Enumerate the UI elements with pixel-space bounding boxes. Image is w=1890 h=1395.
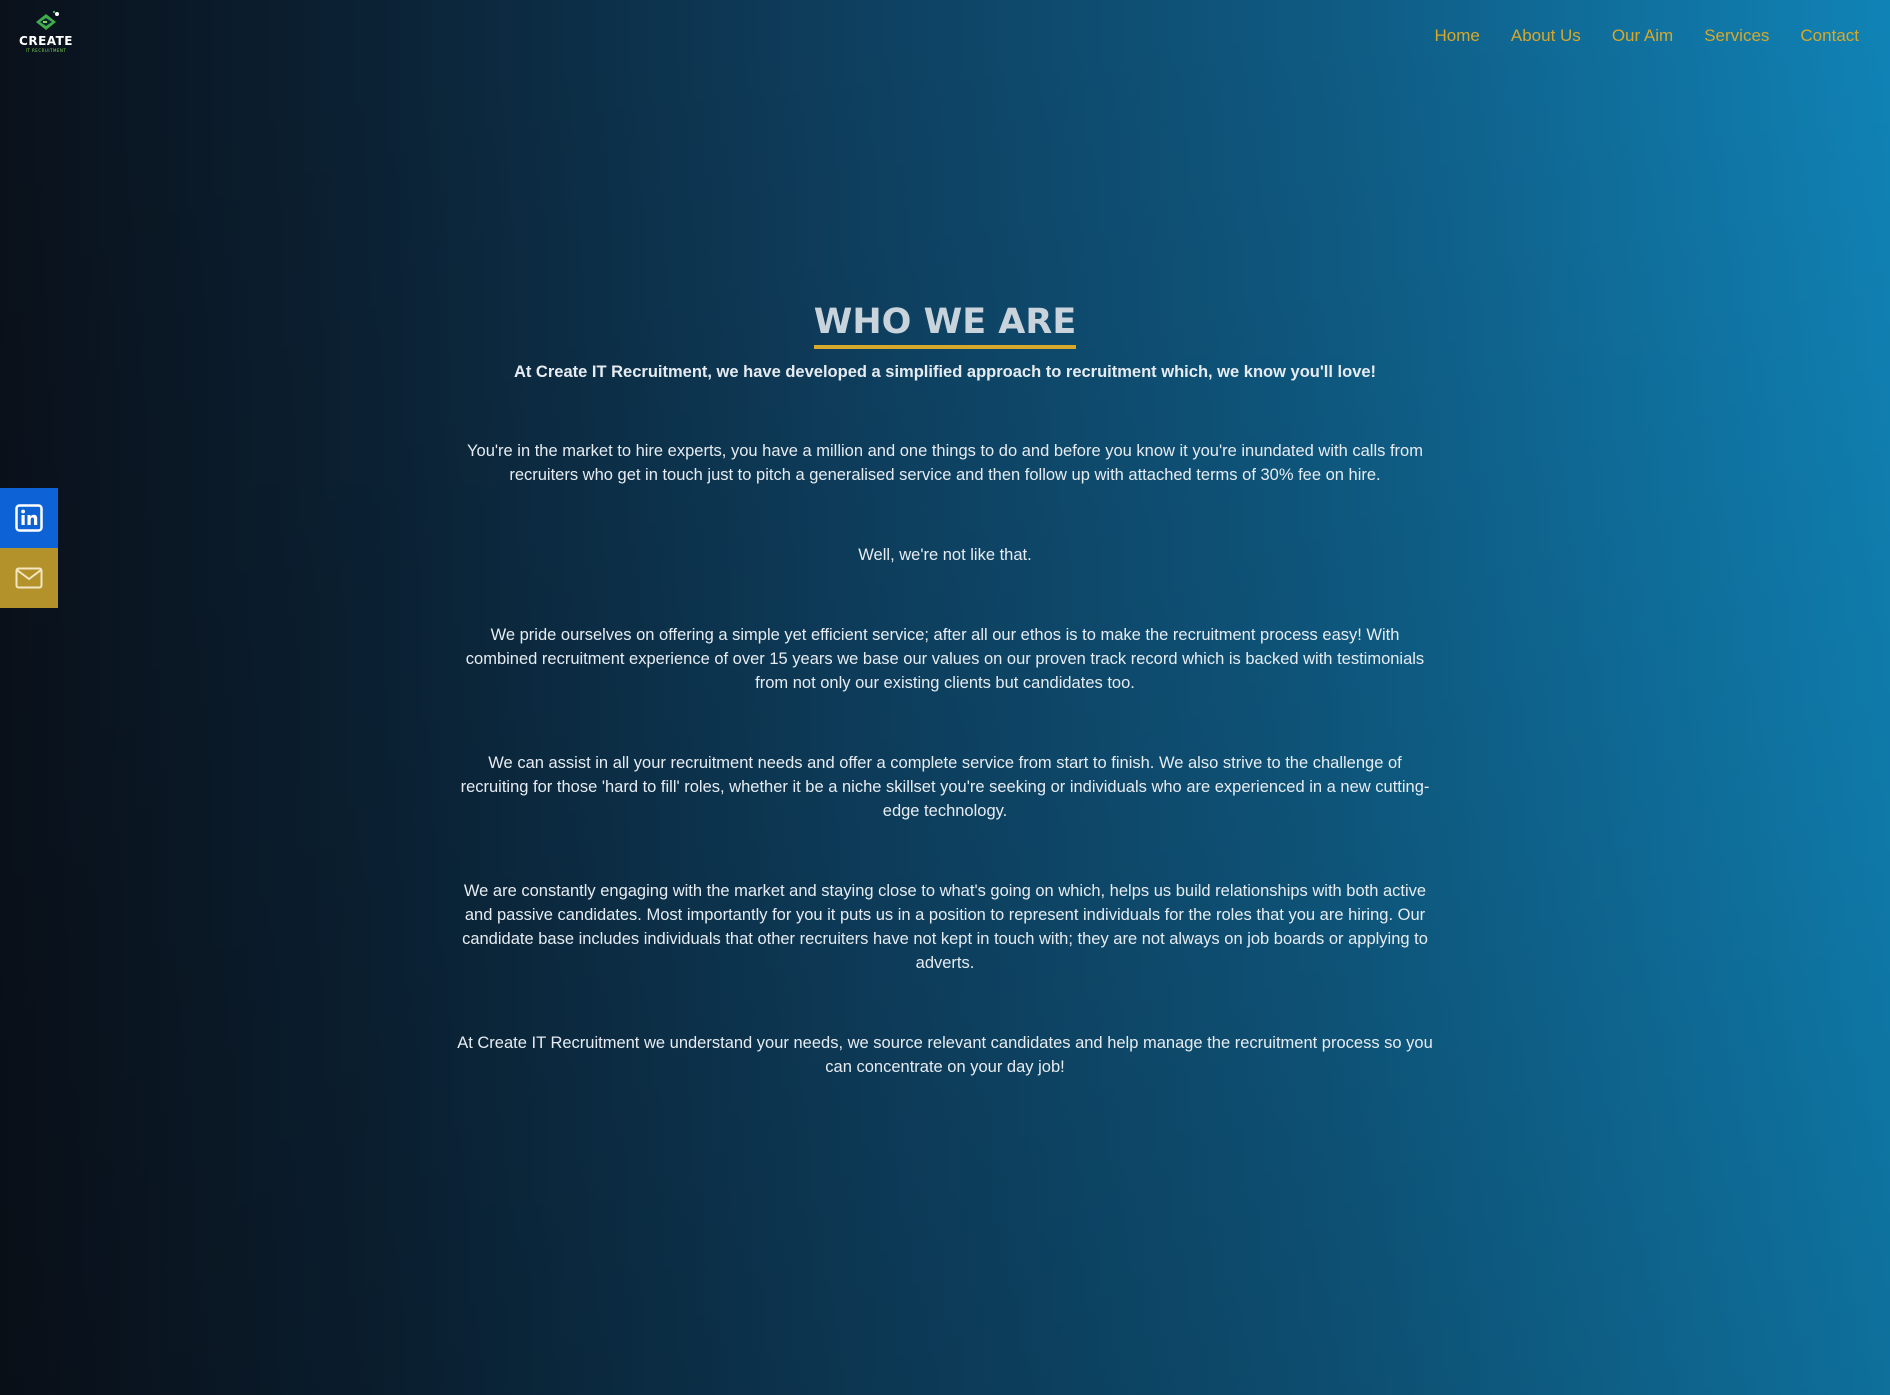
linkedin-button[interactable] bbox=[0, 488, 58, 548]
paragraph-2: Well, we're not like that. bbox=[858, 546, 1032, 564]
logo-mark-icon bbox=[36, 10, 59, 30]
paragraph-4: We can assist in all your recruitment ne… bbox=[460, 754, 1430, 820]
paragraph-1: You're in the market to hire experts, yo… bbox=[467, 442, 1423, 484]
who-we-are-section: WHO WE ARE At Create IT Recruitment, we … bbox=[455, 300, 1435, 1079]
social-sidebar bbox=[0, 488, 58, 608]
nav-about-us[interactable]: About Us bbox=[1511, 24, 1581, 48]
mail-icon bbox=[15, 567, 43, 589]
paragraph-3: We pride ourselves on offering a simple … bbox=[465, 626, 1425, 692]
section-subtitle: At Create IT Recruitment, we have develo… bbox=[513, 363, 1377, 381]
main-nav: Home About Us Our Aim Services Contact bbox=[1435, 24, 1859, 48]
paragraph-5: We are constantly engaging with the mark… bbox=[462, 882, 1428, 972]
section-heading: WHO WE ARE bbox=[813, 300, 1077, 349]
email-button[interactable] bbox=[0, 548, 58, 608]
logo-subtext: IT RECRUITMENT bbox=[25, 48, 67, 53]
logo-text: CREATE bbox=[19, 34, 73, 48]
site-header: CREATE IT RECRUITMENT Home About Us Our … bbox=[0, 0, 1890, 74]
paragraph-6: At Create IT Recruitment we understand y… bbox=[457, 1034, 1433, 1076]
linkedin-icon bbox=[15, 504, 43, 532]
nav-contact[interactable]: Contact bbox=[1800, 24, 1859, 48]
nav-home[interactable]: Home bbox=[1435, 24, 1480, 48]
nav-our-aim[interactable]: Our Aim bbox=[1612, 24, 1673, 48]
logo[interactable]: CREATE IT RECRUITMENT bbox=[19, 10, 73, 62]
nav-services[interactable]: Services bbox=[1704, 24, 1769, 48]
